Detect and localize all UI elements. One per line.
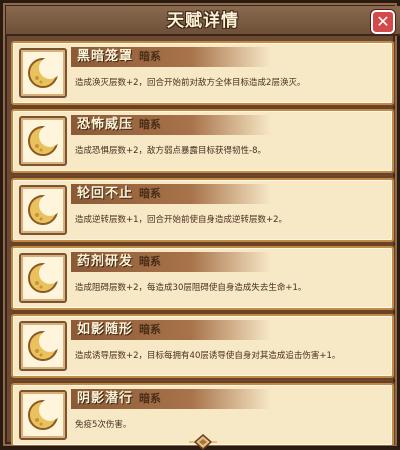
talent-type: 暗系: [139, 187, 161, 200]
talent-card: 恐怖威压 暗系 造成恐惧层数+2，敌方弱点暴露目标获得韧性-8。: [11, 109, 394, 173]
talent-details-panel: 天赋详情 ✕ 黑暗笼罩 暗系 造成涣灭层数+2，回合开始前对敌方全体目标造成2层…: [0, 0, 400, 450]
talent-type: 暗系: [139, 323, 161, 336]
talent-description: 造成阻碍层数+2，每造成30层阻碍使自身造成失去生命+1。: [75, 283, 307, 293]
talent-name: 黑暗笼罩: [77, 49, 134, 64]
moon-icon: [19, 321, 67, 371]
talent-description: 造成恐惧层数+2，敌方弱点暴露目标获得韧性-8。: [75, 146, 267, 156]
talent-name: 轮回不止: [77, 186, 134, 201]
close-button[interactable]: ✕: [371, 10, 395, 34]
talent-type: 暗系: [139, 392, 161, 405]
talent-card: 轮回不止 暗系 造成逆转层数+1，回合开始前使自身造成逆转层数+2。: [11, 178, 394, 242]
talent-card: 黑暗笼罩 暗系 造成涣灭层数+2，回合开始前对敌方全体目标造成2层涣灭。: [11, 41, 394, 105]
talent-name: 药剂研发: [77, 254, 134, 269]
moon-icon: [19, 253, 67, 303]
talent-name: 阴影潜行: [77, 391, 134, 406]
ornament-icon: [189, 434, 217, 450]
talent-name: 如影随形: [77, 322, 134, 337]
moon-icon: [19, 48, 67, 98]
talent-name: 恐怖威压: [77, 117, 134, 132]
moon-icon: [19, 390, 67, 440]
panel-title: 天赋详情: [167, 11, 239, 31]
moon-icon: [19, 185, 67, 235]
talent-list[interactable]: 黑暗笼罩 暗系 造成涣灭层数+2，回合开始前对敌方全体目标造成2层涣灭。 恐怖威…: [11, 41, 395, 445]
close-icon: ✕: [376, 12, 390, 31]
talent-description: 造成涣灭层数+2，回合开始前对敌方全体目标造成2层涣灭。: [75, 78, 306, 88]
moon-icon: [19, 116, 67, 166]
talent-card: 如影随形 暗系 造成诱导层数+2，目标每拥有40层诱导使自身对其造成追击伤害+1…: [11, 314, 394, 378]
talent-description: 造成逆转层数+1，回合开始前使自身造成逆转层数+2。: [75, 215, 288, 225]
talent-card: 药剂研发 暗系 造成阻碍层数+2，每造成30层阻碍使自身造成失去生命+1。: [11, 246, 394, 310]
talent-description: 免疫5次伤害。: [75, 420, 132, 430]
talent-type: 暗系: [139, 50, 161, 63]
talent-description: 造成诱导层数+2，目标每拥有40层诱导使自身对其造成追击伤害+1。: [75, 351, 341, 361]
talent-type: 暗系: [139, 255, 161, 268]
talent-type: 暗系: [139, 118, 161, 131]
title-bar: 天赋详情 ✕: [6, 6, 400, 36]
